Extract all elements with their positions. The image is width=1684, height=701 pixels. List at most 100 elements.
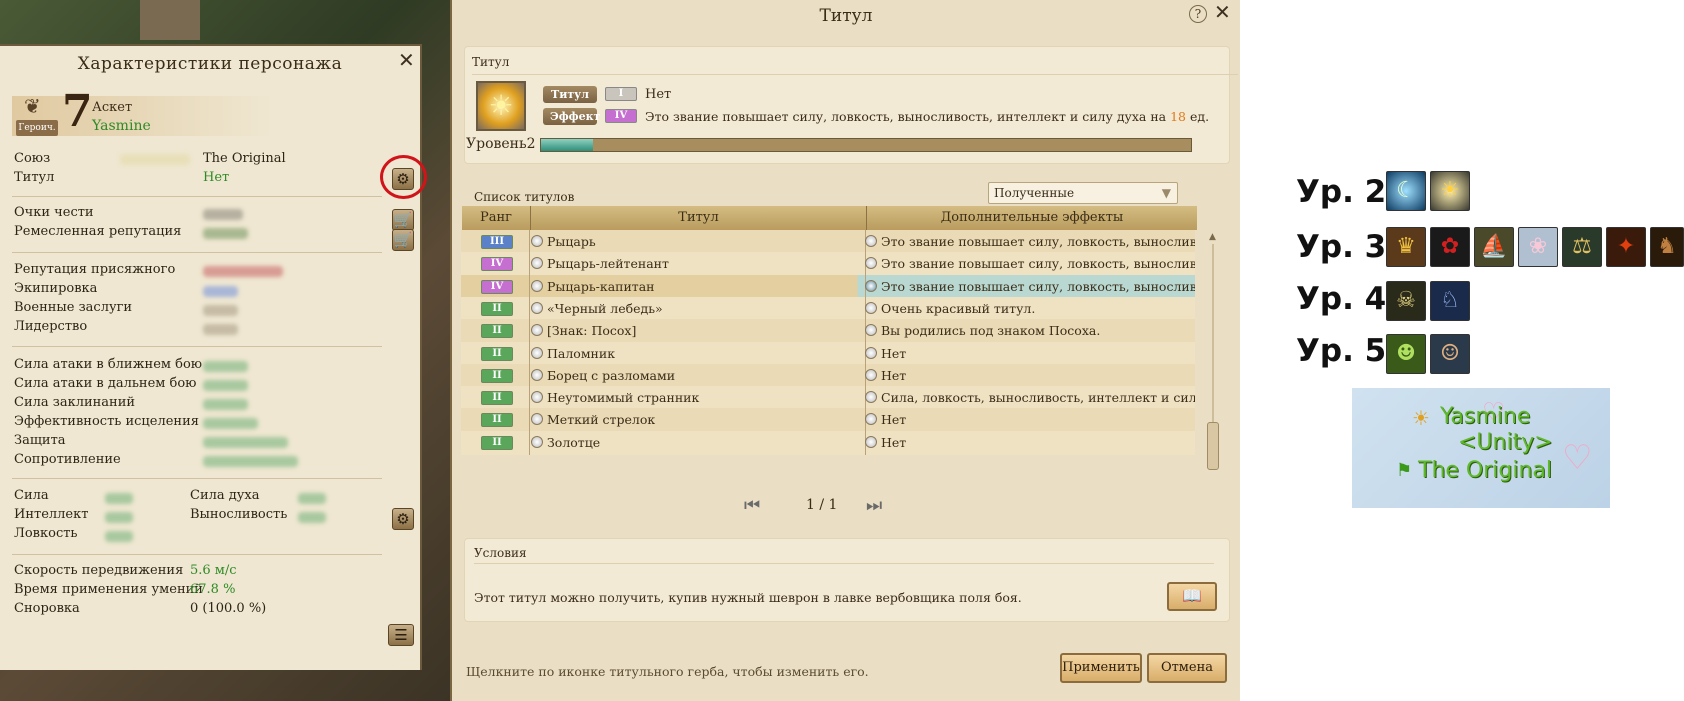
divider xyxy=(474,563,1214,564)
radio-icon[interactable] xyxy=(865,413,877,426)
rank-badge: II xyxy=(481,368,513,383)
rank-badge: II xyxy=(481,435,513,450)
filter-dropdown[interactable]: Полученные ▼ xyxy=(988,182,1178,204)
honor-blurred xyxy=(203,209,243,220)
moon-emblem-icon: ☾ xyxy=(1386,171,1426,211)
title-emblem-sun-icon[interactable]: ☀ xyxy=(476,81,526,131)
column-title[interactable]: Титул xyxy=(531,210,866,225)
radio-icon[interactable] xyxy=(865,257,877,270)
title-name: Золотце xyxy=(547,434,601,450)
crown-emblem-icon: ♛ xyxy=(1386,227,1426,267)
scales-emblem-icon: ⚖ xyxy=(1562,227,1602,267)
radio-icon[interactable] xyxy=(865,368,877,381)
title-row[interactable]: II Паломник Нет xyxy=(461,341,1195,366)
sakura-emblem-icon: ❀ xyxy=(1518,227,1558,267)
title-row[interactable]: II Меткий стрелок Нет xyxy=(461,408,1195,433)
effect-cell: Нет xyxy=(865,346,1195,361)
attr-left-label: Ловкость xyxy=(14,526,78,541)
title-cell: «Черный лебедь» xyxy=(531,301,801,316)
rank-badge: II xyxy=(481,391,513,406)
column-effects[interactable]: Дополнительные эффекты xyxy=(867,210,1197,225)
col-sep xyxy=(529,363,530,388)
radio-icon[interactable] xyxy=(531,346,543,359)
stat-blur-3 xyxy=(203,399,248,410)
cancel-button[interactable]: Отмена xyxy=(1147,653,1227,683)
radio-icon[interactable] xyxy=(531,435,543,448)
conditions-section xyxy=(464,538,1230,622)
title-value: Нет xyxy=(203,170,230,185)
last-page-icon[interactable]: ⏭ xyxy=(866,495,882,516)
title-row[interactable]: II [Знак: Посох] Вы родились под знаком По… xyxy=(461,319,1195,344)
table-scrollbar[interactable]: ▲ xyxy=(1207,232,1219,472)
group3-label: Сила атаки в дальнем бою xyxy=(14,376,197,391)
divider xyxy=(12,196,382,197)
title-name: Рыцарь xyxy=(547,234,596,249)
level-4-label: Ур. 4 xyxy=(1296,281,1387,317)
title-cell: Рыцарь-капитан xyxy=(531,279,801,294)
preview-name: Yasmine xyxy=(1440,404,1531,429)
group3-label: Сила заклинаний xyxy=(14,395,136,410)
help-icon[interactable]: ? xyxy=(1189,5,1207,23)
radio-icon[interactable] xyxy=(531,235,543,247)
radio-icon[interactable] xyxy=(865,301,877,314)
rank-badge: II xyxy=(481,346,513,361)
radio-icon[interactable] xyxy=(531,368,543,381)
radio-icon[interactable] xyxy=(865,435,877,448)
title-row[interactable]: III Рыцарь Это звание повышает силу, ловко… xyxy=(461,230,1195,254)
radio-icon[interactable] xyxy=(531,279,543,292)
title-tag: Титул xyxy=(543,86,597,103)
apply-button[interactable]: Применить xyxy=(1060,653,1142,683)
radio-icon[interactable] xyxy=(865,391,877,404)
close-icon[interactable]: ✕ xyxy=(1214,2,1231,22)
rank-cell: II xyxy=(461,364,529,388)
group3-label: Сила атаки в ближнем бою xyxy=(14,357,203,372)
title-row[interactable]: IV Рыцарь-капитан Это звание повышает силу… xyxy=(461,274,1195,299)
title-name: Борец с разломами xyxy=(547,367,676,383)
details-list-icon[interactable]: ☰ xyxy=(388,624,414,646)
effect-text: Нет xyxy=(881,367,907,383)
title-row[interactable]: II Борец с разломами Нет xyxy=(461,363,1195,388)
title-row[interactable]: IV Рыцарь-лейтенант Это звание повышает си… xyxy=(461,252,1195,277)
title-name: Паломник xyxy=(547,345,616,361)
shop-cart-icon[interactable]: 🛒 xyxy=(392,209,414,231)
radio-icon[interactable] xyxy=(531,257,543,270)
title-name: Рыцарь-капитан xyxy=(547,278,655,294)
effect-text: Нет xyxy=(881,345,907,361)
title-cell: Золотце xyxy=(531,435,801,450)
book-icon[interactable]: 📖 xyxy=(1167,582,1217,611)
effect-cell: Это звание повышает силу, ловкость, выно… xyxy=(865,279,1195,294)
title-row[interactable]: II Золотце Нет xyxy=(461,430,1195,455)
divider xyxy=(12,554,382,555)
divider xyxy=(12,252,382,253)
rank-badge: II xyxy=(481,413,513,428)
preview-union: The Original xyxy=(1418,458,1552,483)
speed-row-value: 67.8 % xyxy=(190,582,236,597)
shop-cart-icon-2[interactable]: 🛒 xyxy=(392,229,414,251)
radio-icon[interactable] xyxy=(531,301,543,314)
union-value: The Original xyxy=(203,151,286,166)
sun-emblem-icon: ☀ xyxy=(1430,171,1470,211)
character-panel: Характеристики персонажа ✕ ❦ Героич. 7 А… xyxy=(0,44,427,670)
radio-icon[interactable] xyxy=(531,413,543,426)
character-level: 7 xyxy=(62,86,93,137)
title-cell: Меткий стрелок xyxy=(531,412,801,427)
column-rank[interactable]: Ранг xyxy=(462,210,530,225)
radio-icon[interactable] xyxy=(865,324,877,337)
radio-icon[interactable] xyxy=(531,324,543,337)
rank-cell: II xyxy=(461,297,529,321)
heart-decoration-icon: ♡ xyxy=(1562,438,1593,478)
attr-blur-4 xyxy=(298,493,326,504)
title-cell: Неутомимый странник xyxy=(531,390,801,405)
title-row[interactable]: II Неутомимый странник Сила, ловкость, вын… xyxy=(461,386,1195,411)
title-cell: Борец с разломами xyxy=(531,368,801,383)
radio-icon[interactable] xyxy=(531,391,543,404)
attributes-gear-icon[interactable]: ⚙ xyxy=(392,508,414,530)
first-page-icon[interactable]: ⏮ xyxy=(744,495,760,516)
radio-icon[interactable] xyxy=(865,235,877,247)
radio-icon[interactable] xyxy=(865,346,877,359)
rank-cell: II xyxy=(461,342,529,366)
rank-badge: II xyxy=(481,324,513,339)
radio-icon[interactable] xyxy=(865,279,877,292)
close-icon[interactable]: ✕ xyxy=(398,50,415,70)
title-row[interactable]: II «Черный лебедь» Очень красивый титул. xyxy=(461,296,1195,321)
